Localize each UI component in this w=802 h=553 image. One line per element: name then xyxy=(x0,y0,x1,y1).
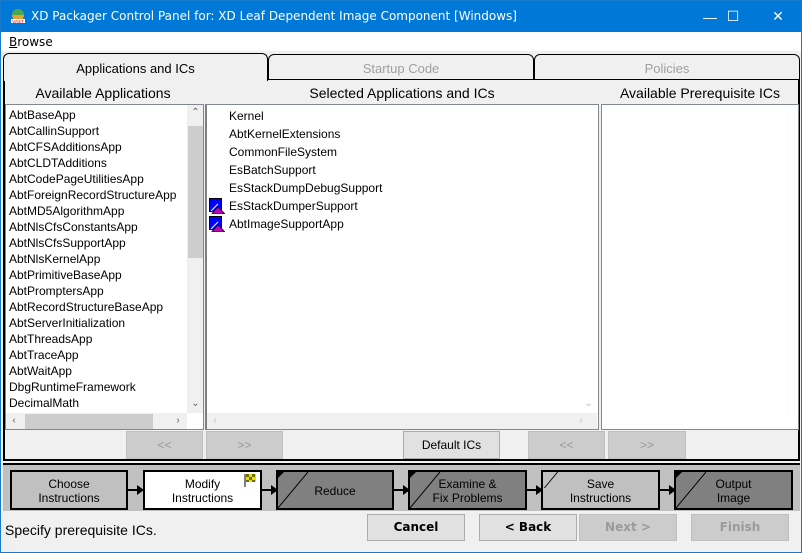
default-ics-button[interactable]: Default ICs xyxy=(403,431,500,459)
finish-button[interactable]: Finish xyxy=(691,514,789,541)
arrow-right-icon xyxy=(128,485,144,495)
available-application-item[interactable]: AbtNlsCfsConstantsApp xyxy=(6,219,189,235)
maximize-icon: ☐ xyxy=(726,8,740,24)
selected-application-item[interactable]: AbtKernelExtensions xyxy=(207,125,577,143)
step-label: Instructions xyxy=(171,491,234,505)
available-application-item[interactable]: AbtMD5AlgorithmApp xyxy=(6,203,189,219)
available-vscrollbar[interactable]: ⌃ ⌄ xyxy=(187,105,203,413)
scroll-right-icon[interactable]: › xyxy=(575,415,587,426)
selected-application-item[interactable]: EsStackDumpDebugSupport xyxy=(207,179,577,197)
add-app-button[interactable]: >> xyxy=(206,431,283,459)
vast-app-icon: VAST xyxy=(11,9,25,24)
selected-application-item[interactable]: EsBatchSupport xyxy=(207,161,577,179)
available-application-item[interactable]: AbtNlsKernelApp xyxy=(6,251,189,267)
tab-policies[interactable]: Policies xyxy=(534,54,800,80)
step-diagonal xyxy=(676,472,706,508)
prerequisite-ics-header: Available Prerequisite ICs xyxy=(619,85,781,101)
step-modify-instructions[interactable]: Modify Instructions xyxy=(143,470,262,510)
available-application-item[interactable]: AbtCodePageUtilitiesApp xyxy=(6,171,189,187)
remove-prereq-button[interactable]: << xyxy=(528,431,605,459)
selected-application-label: CommonFileSystem xyxy=(229,145,338,159)
available-application-item[interactable]: AbtPromptersApp xyxy=(6,283,189,299)
ic-component-icon xyxy=(209,216,225,232)
selected-applications-list[interactable]: Kernel AbtKernelExtensions CommonFileSyste… xyxy=(205,104,599,430)
add-prereq-button[interactable]: >> xyxy=(608,431,686,459)
tab-applications-and-ics[interactable]: Applications and ICs xyxy=(3,53,268,81)
available-application-item[interactable]: AbtThreadsApp xyxy=(6,331,189,347)
step-label: Save xyxy=(586,477,615,491)
back-button[interactable]: < Back xyxy=(479,514,577,541)
available-application-item[interactable]: AbtNlsCfsSupportApp xyxy=(6,235,189,251)
scroll-up-icon[interactable]: ⌃ xyxy=(187,107,203,118)
step-diagonal xyxy=(410,472,440,508)
selected-hscrollbar[interactable]: ‹ › xyxy=(207,413,597,429)
step-save-instructions[interactable]: Save Instructions xyxy=(541,470,660,510)
selected-vscrollbar[interactable]: ⌄ xyxy=(580,105,597,413)
scroll-right-icon[interactable]: › xyxy=(172,415,184,426)
selected-application-label: EsStackDumpDebugSupport xyxy=(229,181,383,195)
ic-component-icon xyxy=(209,198,225,214)
selected-application-label: EsBatchSupport xyxy=(229,163,316,177)
window-title: XD Packager Control Panel for: XD Leaf D… xyxy=(31,9,517,23)
maximize-button[interactable]: ☐ xyxy=(710,1,756,32)
selected-applications-header: Selected Applications and ICs xyxy=(309,85,495,101)
selected-application-label: AbtImageSupportApp xyxy=(229,217,344,231)
wizard-step-bar: Choose Instructions Modify Instructions … xyxy=(3,463,800,511)
available-application-item[interactable]: DecimalMath xyxy=(6,395,189,411)
menu-bar: Browse xyxy=(1,32,801,51)
selected-application-item[interactable]: EsStackDumperSupport xyxy=(207,197,577,215)
available-application-item[interactable]: AbtCLDTAdditions xyxy=(6,155,189,171)
step-diagonal xyxy=(278,472,308,508)
scroll-down-icon[interactable]: ⌄ xyxy=(187,398,203,409)
available-application-item[interactable]: DbgRuntimeFramework xyxy=(6,379,189,395)
menu-browse[interactable]: Browse xyxy=(9,35,53,49)
close-button[interactable]: ✕ xyxy=(755,1,801,32)
available-application-item[interactable]: AbtCallinSupport xyxy=(6,123,189,139)
status-text: Specify prerequisite ICs. xyxy=(5,522,157,538)
step-reduce[interactable]: Reduce xyxy=(276,470,394,510)
available-applications-header: Available Applications xyxy=(35,85,171,101)
cancel-button[interactable]: Cancel xyxy=(367,514,465,541)
step-examine-fix-problems[interactable]: Examine & Fix Problems xyxy=(408,470,527,510)
title-bar: VAST XD Packager Control Panel for: XD L… xyxy=(1,1,801,32)
remove-app-button[interactable]: << xyxy=(126,431,203,459)
scroll-left-icon[interactable]: ‹ xyxy=(209,415,221,426)
next-button[interactable]: Next > xyxy=(579,514,677,541)
selected-application-item[interactable]: CommonFileSystem xyxy=(207,143,577,161)
step-label: Instructions xyxy=(569,491,632,505)
tab-startup-code[interactable]: Startup Code xyxy=(268,54,534,80)
scroll-left-icon[interactable]: ‹ xyxy=(8,415,20,426)
available-application-item[interactable]: AbtForeignRecordStructureApp xyxy=(6,187,189,203)
step-label: Modify xyxy=(184,477,221,491)
available-hscrollbar[interactable]: ‹ › xyxy=(6,413,187,429)
available-application-item[interactable]: AbtTraceApp xyxy=(6,347,189,363)
flag-icon xyxy=(244,474,256,487)
selected-application-label: AbtKernelExtensions xyxy=(229,127,341,141)
step-label: Choose xyxy=(48,477,90,491)
selected-application-item[interactable]: Kernel xyxy=(207,107,577,125)
step-label: Instructions xyxy=(38,491,100,505)
step-output-image[interactable]: Output Image xyxy=(674,470,793,510)
hscroll-thumb[interactable] xyxy=(25,414,153,429)
available-application-item[interactable]: AbtServerInitialization xyxy=(6,315,189,331)
available-application-item[interactable]: AbtPrimitiveBaseApp xyxy=(6,267,189,283)
main-window: VAST XD Packager Control Panel for: XD L… xyxy=(0,0,802,553)
available-applications-list[interactable]: AbtBaseApp AbtCallinSupport AbtCFSAddition… xyxy=(5,104,204,430)
vscroll-thumb[interactable] xyxy=(188,126,203,258)
step-diagonal xyxy=(543,472,559,488)
selected-application-label: EsStackDumperSupport xyxy=(229,199,358,213)
available-application-item[interactable]: AbtWaitApp xyxy=(6,363,189,379)
scroll-down-icon[interactable]: ⌄ xyxy=(580,398,597,409)
close-icon: ✕ xyxy=(772,8,784,24)
selected-application-label: Kernel xyxy=(229,109,264,123)
selected-application-item[interactable]: AbtImageSupportApp xyxy=(207,215,577,233)
svg-text:VAST: VAST xyxy=(12,19,24,24)
step-choose-instructions[interactable]: Choose Instructions xyxy=(10,470,128,510)
available-application-item[interactable]: AbtCFSAdditionsApp xyxy=(6,139,189,155)
available-application-item[interactable]: AbtBaseApp xyxy=(6,107,189,123)
prerequisite-ics-list[interactable] xyxy=(601,104,799,430)
available-application-item[interactable]: AbtRecordStructureBaseApp xyxy=(6,299,189,315)
